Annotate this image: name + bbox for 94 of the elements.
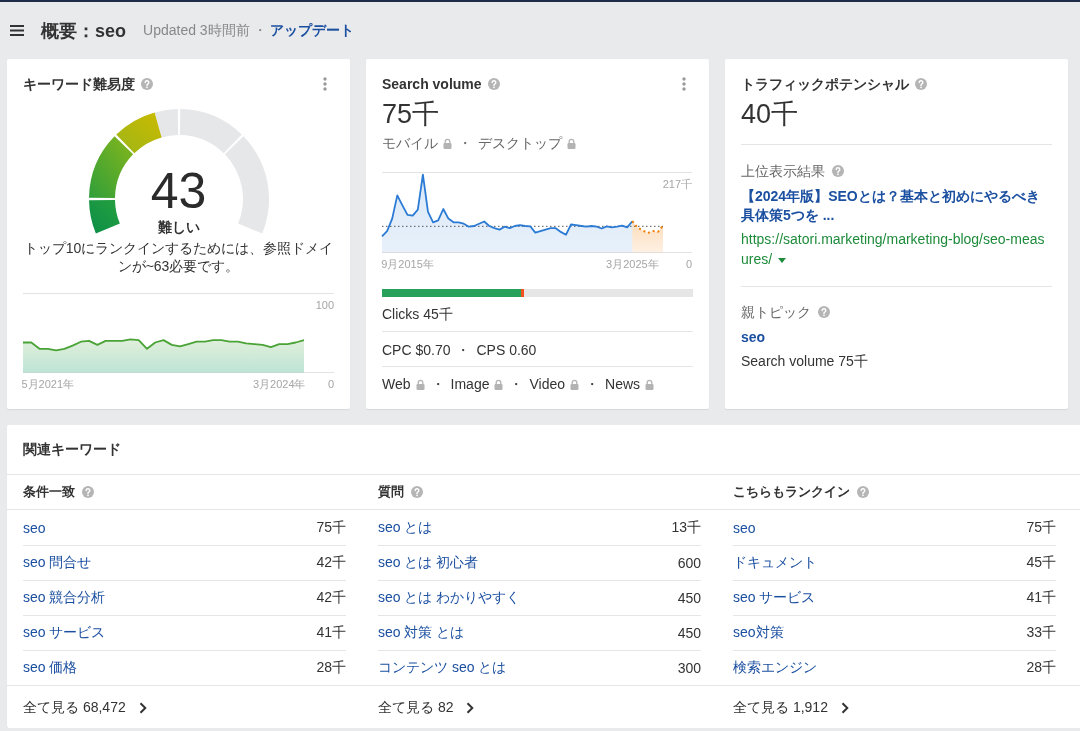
forecast-line (631, 220, 664, 234)
card-title: Search volume (382, 75, 482, 93)
column-header: 条件一致 (23, 483, 75, 501)
device-label: デスクトップ (478, 134, 562, 152)
axis-label: 100 (315, 298, 334, 311)
axis-label: 0 (327, 377, 334, 390)
keyword-link[interactable]: seo 問合せ (23, 554, 92, 572)
separator: ・ (458, 134, 472, 152)
keyword-link[interactable]: seo対策 (733, 624, 784, 642)
keyword-volume: 41千 (1026, 589, 1056, 607)
keyword-link[interactable]: seo (733, 519, 756, 536)
keyword-link[interactable]: ドキュメント (733, 554, 817, 572)
chevron-right-icon[interactable] (840, 701, 849, 714)
caret-down-icon[interactable] (778, 257, 786, 263)
keyword-volume: 33千 (1026, 624, 1056, 642)
search-volume-value: 75千 (382, 98, 441, 130)
keyword-volume: 28千 (316, 659, 346, 677)
keyword-link[interactable]: seo 競合分析 (23, 589, 106, 607)
card-title: キーワード難易度 (23, 75, 135, 93)
section-label: 親トピック (741, 303, 811, 321)
separator: ・ (252, 21, 267, 40)
updated-time: Updated 3時間前 (143, 21, 250, 40)
keyword-volume: 600 (677, 555, 701, 571)
axis-label: 5月2021年 (21, 377, 75, 390)
keyword-link[interactable]: seo 対策 とは (378, 624, 465, 642)
keyword-link[interactable]: seo 価格 (23, 659, 78, 677)
source-label: News (605, 375, 641, 393)
page-title: 概要：seo (41, 19, 127, 43)
top-result-link[interactable]: 【2024年版】SEOとは？基本と初めにやるべき具体策5つを ... (741, 187, 1052, 225)
keyword-link[interactable]: 検索エンジン (733, 659, 817, 677)
chevron-right-icon[interactable] (466, 701, 475, 714)
keyword-link[interactable]: seo とは わかりやすく (378, 589, 521, 607)
cost-metric: CPS 0.60 (476, 341, 537, 359)
result-url-link[interactable]: https://satori.marketing/marketing-blog/seo-measures/ (741, 229, 1052, 269)
view-all-link[interactable]: 全て見る 82 (378, 698, 475, 717)
separator: ・ (585, 375, 600, 393)
keyword-link[interactable]: seo とは (378, 518, 433, 537)
separator: ・ (456, 341, 471, 359)
keyword-volume: 42千 (316, 589, 346, 607)
chevron-right-icon[interactable] (138, 701, 147, 714)
axis-label: 217千 (662, 177, 692, 190)
kebab-menu-icon[interactable] (682, 77, 686, 91)
keyword-link[interactable]: コンテンツ seo とは (378, 659, 507, 677)
axis-label: 0 (685, 257, 692, 270)
help-icon[interactable] (141, 78, 153, 90)
keyword-volume: 28千 (1026, 659, 1056, 677)
source-label: Video (529, 375, 566, 393)
keyword-volume: 45千 (1026, 554, 1056, 572)
cost-metric: CPC $0.70 (382, 341, 451, 359)
help-icon[interactable] (487, 78, 500, 90)
source-label: Image (450, 375, 490, 393)
difficulty-description: トップ10にランクインするためには、参照ドメインが~63必要です。 (23, 239, 334, 275)
card-title: 関連キーワード (23, 440, 121, 459)
help-icon[interactable] (915, 78, 927, 90)
help-icon[interactable] (857, 486, 869, 498)
help-icon[interactable] (411, 486, 423, 498)
column-header: こちらもランクイン (733, 483, 850, 501)
help-icon[interactable] (82, 486, 94, 498)
card-title: トラフィックポテンシャル (741, 75, 909, 93)
keyword-volume: 41千 (316, 624, 346, 642)
traffic-potential-value: 40千 (741, 98, 800, 130)
source-label: Web (382, 375, 411, 393)
update-link[interactable]: アップデート (269, 21, 354, 40)
separator: ・ (509, 375, 524, 393)
keyword-volume: 450 (677, 590, 701, 606)
keyword-volume: 13千 (671, 518, 701, 537)
difficulty-score: 43 (150, 166, 207, 216)
keyword-volume: 42千 (316, 554, 346, 572)
separator: ・ (430, 375, 445, 393)
parent-topic-link[interactable]: seo (741, 328, 766, 346)
view-all-link[interactable]: 全て見る 68,472 (23, 698, 147, 717)
device-label: モバイル (382, 134, 438, 152)
axis-label: 9月2015年 (381, 257, 434, 270)
difficulty-rating: 難しい (157, 219, 200, 235)
keyword-volume: 450 (677, 625, 701, 641)
forecast-area (632, 221, 663, 253)
keyword-link[interactable]: seo とは 初心者 (378, 554, 479, 572)
keyword-link[interactable]: seo サービス (23, 624, 106, 642)
menu-icon[interactable] (10, 25, 24, 36)
axis-label: 3月2024年 (252, 377, 306, 390)
help-icon[interactable] (818, 306, 830, 318)
keyword-link[interactable]: seo サービス (733, 589, 816, 607)
axis-label: 3月2025年 (606, 257, 659, 270)
parent-topic-volume: Search volume 75千 (741, 352, 869, 370)
keyword-volume: 300 (677, 660, 701, 676)
keyword-volume: 75千 (316, 518, 346, 537)
clicks-value: Clicks 45千 (382, 305, 693, 332)
help-icon[interactable] (832, 165, 844, 177)
kebab-menu-icon[interactable] (323, 77, 327, 91)
keyword-link[interactable]: seo (23, 519, 46, 536)
view-all-link[interactable]: 全て見る 1,912 (733, 698, 849, 717)
keyword-volume: 75千 (1026, 518, 1056, 537)
section-label: 上位表示結果 (741, 162, 825, 180)
column-header: 質問 (378, 483, 404, 501)
